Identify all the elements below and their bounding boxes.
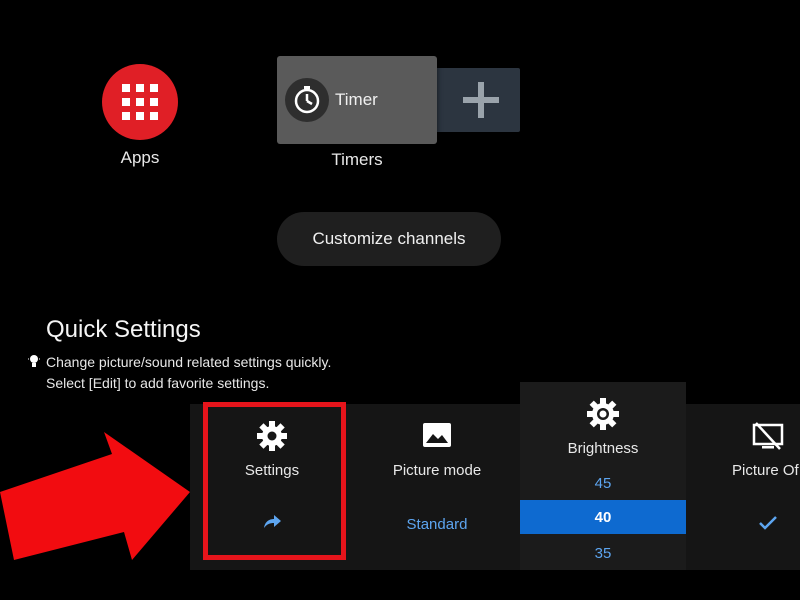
- timers-label: Timers: [331, 150, 383, 169]
- quick-tile-picture-off[interactable]: Picture Of: [686, 404, 800, 570]
- brightness-option-selected[interactable]: 40: [520, 500, 686, 534]
- lightbulb-icon: [28, 355, 40, 367]
- apps-tile[interactable]: [102, 64, 178, 140]
- highlight-box: [203, 402, 346, 560]
- plus-icon: [463, 82, 499, 118]
- quick-tile-picture-mode[interactable]: Picture mode Standard: [354, 404, 520, 570]
- timer-icon-badge: [285, 78, 329, 122]
- screen-off-icon: [752, 422, 784, 450]
- quick-settings-title: Quick Settings: [46, 316, 201, 343]
- customize-channels-button[interactable]: Customize channels: [277, 212, 501, 266]
- picture-mode-value: Standard: [406, 516, 468, 533]
- brightness-option[interactable]: 35: [520, 545, 686, 562]
- brightness-label: Brightness: [567, 440, 639, 457]
- grid-icon: [122, 84, 158, 120]
- picture-off-label: Picture Of: [732, 462, 799, 479]
- picture-mode-label: Picture mode: [392, 462, 482, 479]
- quick-tile-brightness[interactable]: Brightness 45 40 35: [520, 382, 686, 570]
- sun-icon: [587, 398, 619, 430]
- timer-card[interactable]: Timer: [277, 56, 437, 144]
- hint-line-2: Select [Edit] to add favorite settings.: [46, 375, 270, 391]
- checkmark-icon: [759, 516, 777, 530]
- hint-line-1: Change picture/sound related settings qu…: [46, 354, 332, 370]
- timer-card-title: Timer: [335, 90, 378, 109]
- image-icon: [423, 423, 451, 447]
- quick-settings-hint: Change picture/sound related settings qu…: [28, 352, 331, 394]
- brightness-option[interactable]: 45: [520, 475, 686, 492]
- add-timer-tile[interactable]: [425, 68, 520, 132]
- stopwatch-icon: [294, 86, 320, 114]
- pointer-arrow-icon: [0, 432, 190, 560]
- apps-label: Apps: [120, 148, 160, 167]
